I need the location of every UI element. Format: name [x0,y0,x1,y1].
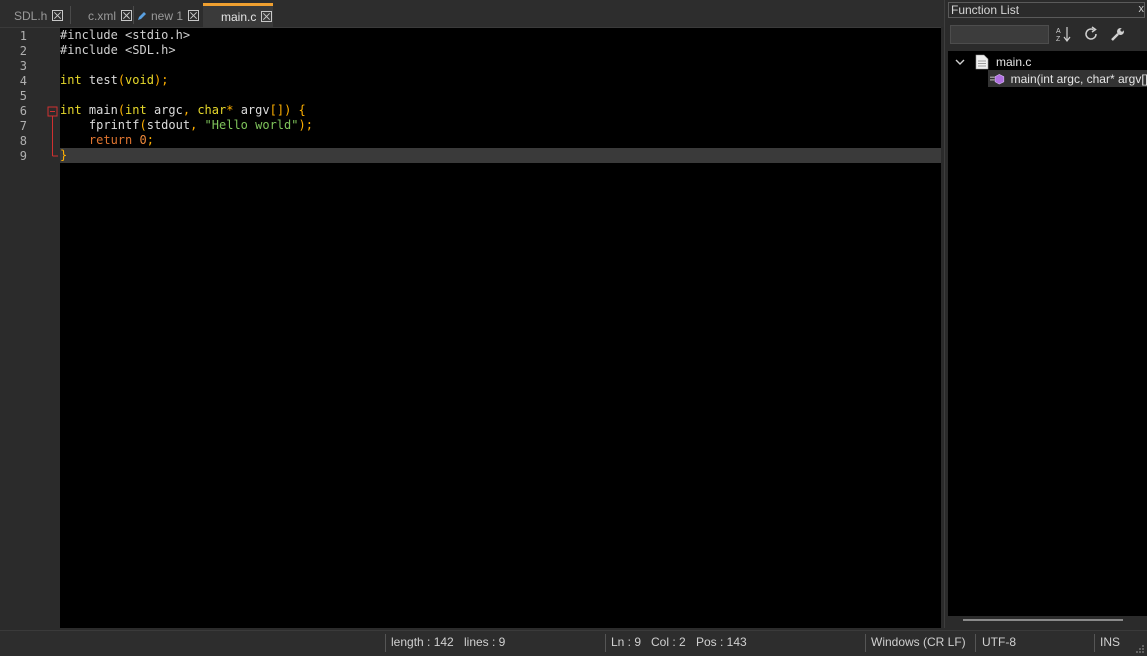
tab-label: new 1 [151,8,184,23]
file-icon [975,54,989,70]
refresh-icon[interactable] [1082,25,1100,43]
tab-main-c[interactable]: main.c [203,3,273,27]
sort-icon[interactable]: A Z [1055,25,1073,43]
status-ln: Ln : 9 [611,635,642,649]
line-number: 5 [19,89,27,103]
tree-node-function[interactable]: main(int argc, char* argv[] [988,70,1147,87]
tab-close-icon[interactable] [261,11,273,22]
current-line-highlight [60,148,941,163]
code-line: #include <stdio.h> [60,28,191,42]
line-number: 1 [19,29,27,43]
pencil-icon [138,11,146,20]
function-icon [990,73,1005,84]
chevron-down-icon[interactable] [953,55,967,69]
line-number: 4 [19,74,27,88]
code-area[interactable]: #include <stdio.h> #include <SDL.h> int … [60,28,941,628]
horizontal-scrollbar[interactable] [963,619,1123,621]
svg-text:A: A [1056,28,1061,35]
line-number: 7 [19,119,27,133]
status-lines: lines : 9 [464,635,506,649]
tab-close-icon[interactable] [52,10,64,21]
wrench-icon[interactable] [1109,25,1127,43]
code-line: } [60,148,68,162]
resize-grip-icon[interactable] [1133,642,1145,654]
function-search-input[interactable] [950,25,1049,44]
fold-margin [46,28,60,628]
svg-text:Z: Z [1056,36,1061,43]
line-number: 3 [19,59,27,73]
status-insert-mode[interactable]: INS [1100,635,1120,649]
panel-close-button[interactable]: x [1139,3,1145,15]
status-bar: length : 142 lines : 9 Ln : 9 Col : 2 Po… [0,630,1147,656]
line-number: 9 [19,149,27,163]
tab-label: SDL.h [14,8,48,23]
code-line: #include <SDL.h> [60,43,176,57]
line-number: 6 [19,104,27,118]
tab-label: main.c [221,9,257,24]
tab-close-icon[interactable] [188,10,200,21]
status-encoding[interactable]: UTF-8 [982,635,1016,649]
code-line: int test(void); [60,73,169,87]
tab-c-xml[interactable]: c.xml [88,4,132,27]
function-list-panel: Function List x A Z main.c main(int argc… [944,0,1147,628]
tab-sdl-h[interactable]: SDL.h [14,4,64,27]
tab-bar: SDL.h c.xml new 1 main.c [0,0,944,27]
tab-close-icon[interactable] [121,10,132,21]
line-number: 8 [19,134,27,148]
code-line: return 0; [88,133,154,147]
status-length: length : 142 [391,635,454,649]
tree-function-label: main(int argc, char* argv[] [1010,71,1147,86]
code-line: fprintf(stdout, "Hello world"); [60,118,313,132]
status-col: Col : 2 [651,635,686,649]
line-number-gutter: 1 2 3 4 5 6 7 8 9 [0,28,46,628]
tree-file-label: main.c [996,55,1032,69]
function-tree[interactable]: main.c main(int argc, char* argv[] [948,51,1147,621]
panel-title: Function List [948,2,1145,18]
tree-node-file[interactable]: main.c [948,53,1031,71]
tab-new-1[interactable]: new 1 [137,4,200,27]
code-line: int main(int argc, char* argv[]) { [60,103,306,117]
line-number: 2 [19,44,27,58]
tab-label: c.xml [88,8,116,23]
status-pos: Pos : 143 [696,635,747,649]
code-editor[interactable]: 1 2 3 4 5 6 7 8 9 #include <stdio.h> #in… [0,27,941,628]
fold-marker-icon[interactable] [46,28,60,168]
status-eol[interactable]: Windows (CR LF) [871,635,966,649]
